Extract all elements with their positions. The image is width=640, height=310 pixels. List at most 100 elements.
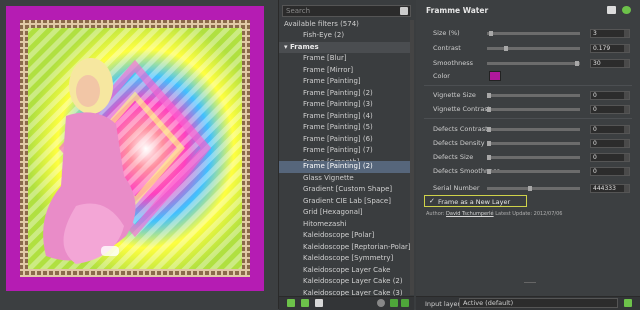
- slider-knob[interactable]: [487, 127, 491, 132]
- serial-number-value[interactable]: 444333: [590, 184, 630, 193]
- defects-smoothness-slider[interactable]: [487, 169, 580, 174]
- refresh-icon[interactable]: [301, 299, 309, 307]
- list-item[interactable]: Kaleidoscope Layer Cake (2): [279, 276, 414, 288]
- available-filters-header: Available filters (574): [284, 20, 359, 28]
- copy-icon[interactable]: [607, 6, 616, 14]
- slider-knob[interactable]: [487, 141, 491, 146]
- list-scrollbar[interactable]: [410, 20, 414, 295]
- defects-smoothness-value[interactable]: 0: [590, 167, 630, 176]
- slider-knob[interactable]: [487, 93, 491, 98]
- list-item[interactable]: Frame [Painting] (4): [279, 111, 414, 123]
- size-slider[interactable]: [487, 31, 580, 36]
- list-item[interactable]: Kaleidoscope [Polar]: [279, 230, 414, 242]
- contrast-label: Contrast: [433, 44, 461, 52]
- defects-size-slider[interactable]: [487, 155, 580, 160]
- spinner-icon: [624, 60, 629, 67]
- vignette-size-value[interactable]: 0: [590, 91, 630, 100]
- vignette-size-label: Vignette Size: [433, 91, 476, 99]
- defects-contrast-label: Defects Contrast: [433, 125, 488, 133]
- list-item[interactable]: Gradient CIE Lab [Space]: [279, 196, 414, 208]
- spinner-icon: [624, 45, 629, 52]
- spinner-icon: [624, 126, 629, 133]
- color-label: Color: [433, 72, 450, 80]
- vignette-contrast-label: Vignette Contrast: [433, 105, 491, 113]
- list-item[interactable]: Frame [Painting] (2): [279, 88, 414, 100]
- stop-icon[interactable]: [377, 299, 385, 307]
- search-options-icon[interactable]: [400, 7, 408, 15]
- spinner-icon: [624, 185, 629, 192]
- contrast-slider[interactable]: [487, 46, 580, 51]
- list-item[interactable]: Grid [Hexagonal]: [279, 207, 414, 219]
- input-layers-label: Input layers: [425, 300, 464, 308]
- author-line: Author: David Tschumperlé Latest Update:…: [426, 211, 563, 217]
- defects-size-value[interactable]: 0: [590, 153, 630, 162]
- preview-image[interactable]: [6, 6, 264, 291]
- size-label: Size (%): [433, 29, 460, 37]
- defects-contrast-value[interactable]: 0: [590, 125, 630, 134]
- defects-size-label: Defects Size: [433, 153, 474, 161]
- smoothness-value[interactable]: 30: [590, 59, 630, 68]
- checkmark-icon: ✓: [429, 197, 435, 205]
- ok-icon[interactable]: [401, 299, 409, 307]
- search-input[interactable]: Search: [282, 5, 411, 17]
- list-item[interactable]: Frame [Blur]: [279, 53, 414, 65]
- apply-icon[interactable]: [390, 299, 398, 307]
- list-item[interactable]: Frame [Painting] (3): [279, 99, 414, 111]
- layer-swap-icon[interactable]: [624, 299, 632, 307]
- list-item[interactable]: Glass Vignette: [279, 173, 414, 185]
- list-item[interactable]: Hitomezashi: [279, 219, 414, 231]
- list-item[interactable]: Kaleidoscope [Reptorian-Polar]: [279, 242, 414, 254]
- vignette-contrast-slider[interactable]: [487, 107, 580, 112]
- filter-title: Framme Water: [426, 6, 489, 15]
- add-fave-icon[interactable]: [287, 299, 295, 307]
- list-item[interactable]: Frame [Painting] (7): [279, 145, 414, 157]
- spinner-icon: [624, 168, 629, 175]
- list-toolbar: [279, 296, 414, 310]
- list-item[interactable]: Kaleidoscope Layer Cake: [279, 265, 414, 277]
- serial-number-label: Serial Number: [433, 184, 480, 192]
- size-value[interactable]: 3: [590, 29, 630, 38]
- divider: [424, 118, 632, 119]
- defects-density-value[interactable]: 0: [590, 139, 630, 148]
- slider-knob[interactable]: [528, 186, 532, 191]
- list-item[interactable]: Frame [Painting]: [279, 76, 414, 88]
- list-item[interactable]: Kaleidoscope [Symmetry]: [279, 253, 414, 265]
- list-item[interactable]: Gradient [Custom Shape]: [279, 184, 414, 196]
- list-item[interactable]: Fish-Eye (2): [279, 30, 414, 42]
- divider: [424, 85, 632, 86]
- defects-contrast-slider[interactable]: [487, 127, 580, 132]
- slider-knob[interactable]: [487, 169, 491, 174]
- spinner-icon: [624, 30, 629, 37]
- spinner-icon: [624, 92, 629, 99]
- spinner-icon: [624, 154, 629, 161]
- vignette-contrast-value[interactable]: 0: [590, 105, 630, 114]
- defects-density-slider[interactable]: [487, 141, 580, 146]
- input-layers-select[interactable]: Active (default): [459, 298, 618, 308]
- splitter-handle[interactable]: [524, 282, 536, 283]
- smoothness-slider[interactable]: [487, 61, 580, 66]
- contrast-value[interactable]: 0.179: [590, 44, 630, 53]
- serial-number-slider[interactable]: [487, 186, 580, 191]
- list-item[interactable]: Frame [Mirror]: [279, 65, 414, 77]
- color-swatch[interactable]: [489, 71, 501, 81]
- settings-icon[interactable]: [315, 299, 323, 307]
- search-placeholder: Search: [286, 7, 311, 15]
- input-layers-bar: Input layers Active (default): [416, 296, 640, 310]
- list-item[interactable]: Frame [Painting] (6): [279, 134, 414, 146]
- slider-knob[interactable]: [487, 155, 491, 160]
- frame-as-new-layer-checkbox[interactable]: ✓ Frame as a New Layer: [424, 195, 527, 207]
- spinner-icon: [624, 140, 629, 147]
- slider-knob[interactable]: [489, 31, 493, 36]
- list-item[interactable]: Frame [Painting] (5): [279, 122, 414, 134]
- slider-knob[interactable]: [504, 46, 508, 51]
- reset-icon[interactable]: [622, 6, 631, 14]
- defects-density-label: Defects Density: [433, 139, 485, 147]
- smoothness-label: Smoothness: [433, 59, 473, 67]
- frame-as-new-layer-label: Frame as a New Layer: [438, 198, 511, 206]
- author-link[interactable]: David Tschumperlé: [446, 211, 494, 217]
- list-item-selected[interactable]: Frame [Painting] (2): [279, 161, 414, 173]
- slider-knob[interactable]: [575, 61, 579, 66]
- slider-knob[interactable]: [487, 107, 491, 112]
- vignette-size-slider[interactable]: [487, 93, 580, 98]
- category-frames[interactable]: ▾ Frames: [279, 41, 414, 53]
